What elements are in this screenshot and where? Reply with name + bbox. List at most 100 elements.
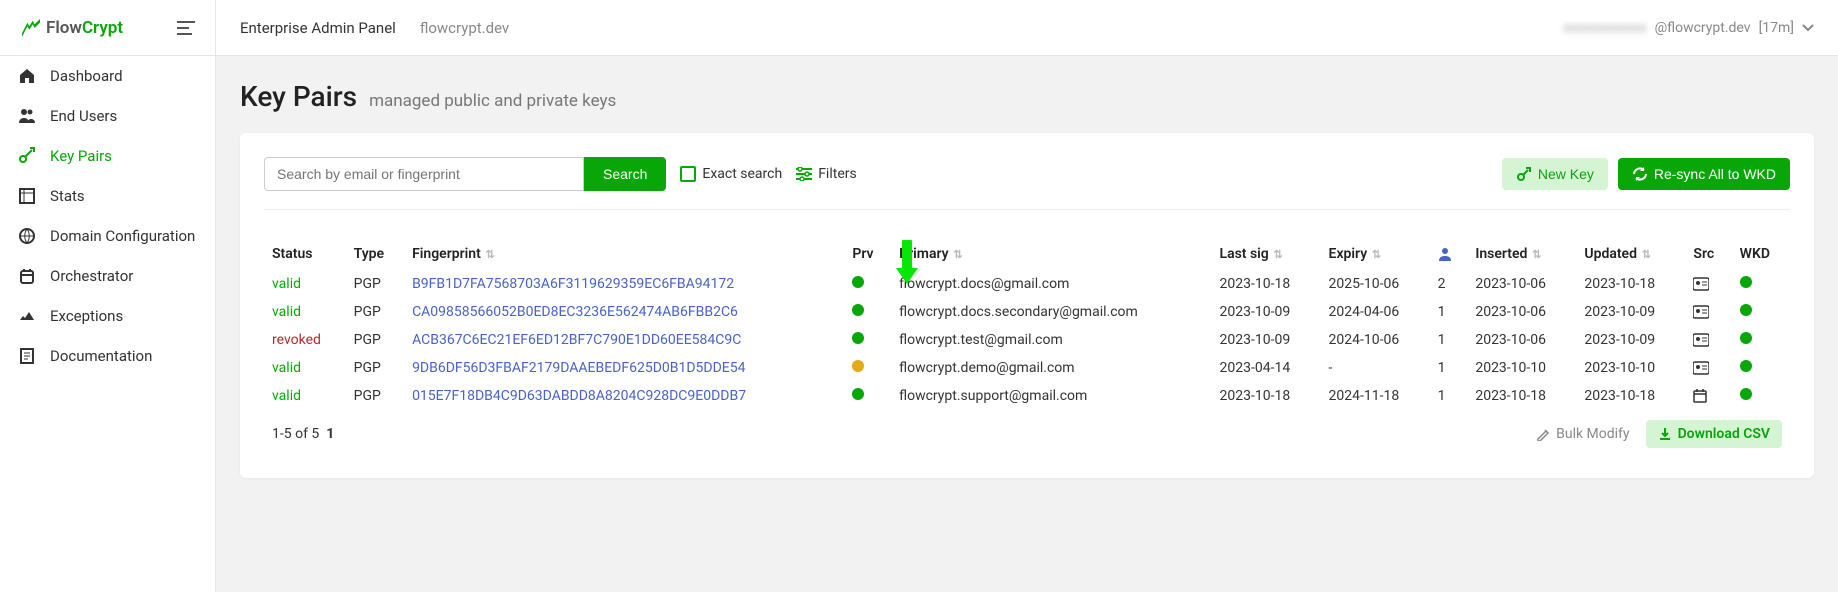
sidebar-item-domain-configuration[interactable]: Domain Configuration	[0, 216, 215, 256]
resync-wkd-button[interactable]: Re-sync All to WKD	[1618, 158, 1790, 190]
col-updated[interactable]: Updated ⇅	[1576, 240, 1685, 270]
inserted-cell: 2023-10-18	[1467, 382, 1576, 410]
logo[interactable]: FlowCrypt	[20, 18, 123, 38]
logo-flow: Flow	[46, 18, 82, 38]
sidebar-item-label: Stats	[50, 187, 85, 205]
sidebar-item-documentation[interactable]: Documentation	[0, 336, 215, 376]
updated-cell: 2023-10-18	[1576, 270, 1685, 298]
page-title: Key Pairs	[240, 80, 357, 113]
search-input[interactable]	[264, 157, 584, 191]
sidebar-item-label: Domain Configuration	[50, 227, 195, 245]
expiry-cell: 2025-10-06	[1321, 270, 1430, 298]
user-menu[interactable]: xxxxxxxxxxxx @flowcrypt.dev [17m]	[1563, 20, 1814, 36]
sort-icon: ⇅	[1639, 248, 1651, 261]
primary-cell: flowcrypt.demo@gmail.com	[891, 354, 1211, 382]
nav-icon	[18, 107, 36, 125]
fingerprint-link[interactable]: B9FB1D7FA7568703A6F3119629359EC6FBA94172	[404, 270, 844, 298]
fingerprint-link[interactable]: CA09858566052B0ED8EC3236E562474AB6FBB2C6	[404, 298, 844, 326]
dot-icon	[852, 360, 864, 372]
col-src[interactable]: Src	[1685, 240, 1731, 270]
table-row[interactable]: revokedPGPACB367C6EC21EF6ED12BF7C790E1DD…	[264, 326, 1790, 354]
logo-icon	[20, 19, 42, 37]
bulk-modify-button[interactable]: Bulk Modify	[1536, 426, 1629, 442]
sidebar-item-label: Exceptions	[50, 307, 123, 325]
status-cell: valid	[264, 270, 346, 298]
sort-icon: ⇅	[1369, 248, 1381, 261]
sidebar-item-stats[interactable]: Stats	[0, 176, 215, 216]
page-number[interactable]: 1	[326, 426, 334, 442]
updated-cell: 2023-10-18	[1576, 382, 1685, 410]
exact-search-checkbox[interactable]: Exact search	[680, 166, 782, 182]
user-blurred: xxxxxxxxxxxx	[1563, 20, 1646, 36]
wkd-cell	[1732, 298, 1790, 326]
filters-button[interactable]: Filters	[796, 166, 857, 182]
col-fingerprint[interactable]: Fingerprint ⇅	[404, 240, 844, 270]
inserted-cell: 2023-10-10	[1467, 354, 1576, 382]
col-inserted[interactable]: Inserted ⇅	[1467, 240, 1576, 270]
sidebar-item-key-pairs[interactable]: Key Pairs	[0, 136, 215, 176]
table-row[interactable]: validPGP015E7F18DB4C9D63DABDD8A8204C928D…	[264, 382, 1790, 410]
logo-crypt: Crypt	[82, 18, 123, 38]
src-cell	[1685, 382, 1731, 410]
col-users[interactable]	[1430, 240, 1468, 270]
inserted-cell: 2023-10-06	[1467, 270, 1576, 298]
col-expiry[interactable]: Expiry ⇅	[1321, 240, 1430, 270]
col-primary[interactable]: Primary ⇅	[891, 240, 1211, 270]
table-row[interactable]: validPGPB9FB1D7FA7568703A6F3119629359EC6…	[264, 270, 1790, 298]
users-cell: 1	[1430, 382, 1468, 410]
session-time: [17m]	[1759, 20, 1794, 36]
expiry-cell: -	[1321, 354, 1430, 382]
dot-icon	[1740, 276, 1752, 288]
download-csv-button[interactable]: Download CSV	[1646, 420, 1782, 448]
lastsig-cell: 2023-10-09	[1212, 298, 1321, 326]
sidebar-item-label: Key Pairs	[50, 147, 112, 165]
wkd-cell	[1732, 326, 1790, 354]
users-cell: 1	[1430, 298, 1468, 326]
sidebar-item-dashboard[interactable]: Dashboard	[0, 56, 215, 96]
wkd-cell	[1732, 382, 1790, 410]
dot-icon	[1740, 332, 1752, 344]
sidebar-item-orchestrator[interactable]: Orchestrator	[0, 256, 215, 296]
updated-cell: 2023-10-09	[1576, 326, 1685, 354]
col-lastsig[interactable]: Last sig ⇅	[1212, 240, 1321, 270]
type-cell: PGP	[346, 298, 404, 326]
src-cell	[1685, 326, 1731, 354]
fingerprint-link[interactable]: ACB367C6EC21EF6ED12BF7C790E1DD60EE584C9C	[404, 326, 844, 354]
table-row[interactable]: validPGPCA09858566052B0ED8EC3236E562474A…	[264, 298, 1790, 326]
nav-icon	[18, 227, 36, 245]
sidebar-item-end-users[interactable]: End Users	[0, 96, 215, 136]
src-cell	[1685, 270, 1731, 298]
col-status[interactable]: Status	[264, 240, 346, 270]
dot-icon	[852, 304, 864, 316]
type-cell: PGP	[346, 270, 404, 298]
sidebar-item-exceptions[interactable]: Exceptions	[0, 296, 215, 336]
dot-icon	[1740, 304, 1752, 316]
updated-cell: 2023-10-09	[1576, 298, 1685, 326]
sort-icon: ⇅	[951, 248, 963, 261]
table-row[interactable]: validPGP9DB6DF56D3FBAF2179DAAEBEDF625D0B…	[264, 354, 1790, 382]
lastsig-cell: 2023-10-09	[1212, 326, 1321, 354]
domain-name: flowcrypt.dev	[420, 19, 509, 37]
users-cell: 1	[1430, 354, 1468, 382]
primary-cell: flowcrypt.test@gmail.com	[891, 326, 1211, 354]
nav-icon	[18, 307, 36, 325]
exact-search-label: Exact search	[702, 166, 782, 182]
filters-icon	[796, 167, 812, 181]
prv-cell	[844, 382, 891, 410]
menu-toggle-icon[interactable]	[177, 21, 195, 35]
fingerprint-link[interactable]: 9DB6DF56D3FBAF2179DAAEBEDF625D0B1D5DDE54	[404, 354, 844, 382]
status-cell: valid	[264, 298, 346, 326]
users-cell: 2	[1430, 270, 1468, 298]
search-button[interactable]: Search	[584, 157, 666, 191]
fingerprint-link[interactable]: 015E7F18DB4C9D63DABDD8A8204C928DC9E0DDB7	[404, 382, 844, 410]
status-cell: revoked	[264, 326, 346, 354]
col-type[interactable]: Type	[346, 240, 404, 270]
col-prv[interactable]: Prv	[844, 240, 891, 270]
status-cell: valid	[264, 354, 346, 382]
src-cell	[1685, 354, 1731, 382]
col-wkd[interactable]: WKD	[1732, 240, 1790, 270]
prv-cell	[844, 298, 891, 326]
lastsig-cell: 2023-04-14	[1212, 354, 1321, 382]
prv-cell	[844, 326, 891, 354]
new-key-button[interactable]: New Key	[1502, 158, 1608, 190]
